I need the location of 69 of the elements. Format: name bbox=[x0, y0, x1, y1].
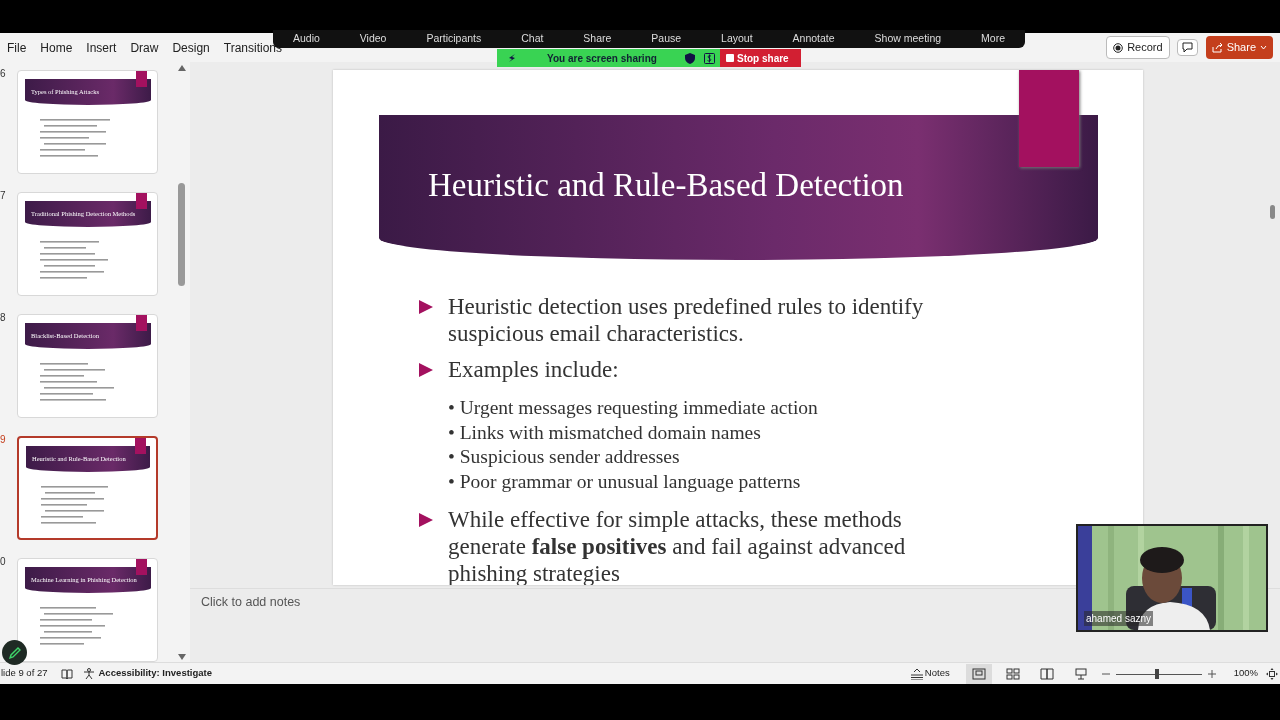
toolbar-item[interactable]: Chat bbox=[521, 31, 544, 47]
toolbar-item[interactable]: Share bbox=[583, 31, 612, 47]
scroll-down-icon[interactable] bbox=[178, 654, 186, 660]
ribbon-tab[interactable]: Insert bbox=[79, 38, 124, 59]
sub-bullet-text: • Urgent messages requesting immediate action bbox=[448, 396, 818, 420]
fit-to-window-icon[interactable] bbox=[1266, 667, 1278, 680]
book-icon[interactable] bbox=[61, 667, 74, 680]
comment-icon bbox=[1181, 42, 1193, 53]
sub-bullet-text: • Links with mismatched domain names bbox=[448, 420, 761, 445]
accent-block bbox=[136, 315, 147, 331]
ribbon-tab[interactable]: Draw bbox=[123, 38, 166, 59]
record-button[interactable]: Record bbox=[1106, 36, 1170, 59]
toolbar-item[interactable]: Show meeting bbox=[874, 31, 942, 47]
grid-view-icon[interactable] bbox=[1005, 667, 1020, 680]
shield-icon bbox=[684, 52, 695, 64]
notes-button[interactable]: Notes bbox=[909, 666, 950, 681]
bullet-text: Examples include: bbox=[448, 356, 619, 383]
share-button[interactable]: Share bbox=[1205, 36, 1273, 59]
slide-number: 7 bbox=[0, 189, 7, 203]
toolbar-item[interactable]: Video bbox=[359, 31, 387, 47]
toolbar-item[interactable]: More bbox=[981, 31, 1005, 47]
scrollbar-thumb[interactable] bbox=[1270, 205, 1275, 219]
slide-number: 0 bbox=[0, 555, 7, 569]
slider-thumb[interactable] bbox=[1154, 668, 1159, 679]
zoom-percentage[interactable]: 100% bbox=[1233, 666, 1258, 681]
notes-icon bbox=[909, 667, 924, 680]
ribbon-tab[interactable]: Home bbox=[33, 38, 80, 59]
sharing-status: You are screen sharing bbox=[547, 51, 657, 66]
billing-icon bbox=[703, 52, 715, 64]
comments-button[interactable] bbox=[1176, 39, 1198, 56]
caret-icon bbox=[1260, 45, 1267, 50]
accent-block bbox=[136, 193, 147, 209]
normal-view-icon[interactable] bbox=[971, 667, 986, 680]
slide-number: 6 bbox=[0, 67, 7, 81]
bullet-icon bbox=[419, 513, 433, 527]
toolbar-item[interactable]: Pause bbox=[651, 31, 682, 47]
toolbar-item[interactable]: Annotate bbox=[792, 31, 835, 47]
sub-bullet-text: • Poor grammar or unusual language patterns bbox=[448, 469, 801, 494]
share-icon bbox=[1211, 42, 1223, 53]
scroll-up-icon[interactable] bbox=[178, 65, 186, 71]
stop-icon bbox=[726, 54, 734, 62]
accessibility-status[interactable]: Accessibility: Investigate bbox=[83, 666, 212, 681]
record-icon bbox=[1113, 42, 1124, 53]
sub-bullet-text: • Suspicious sender addresses bbox=[448, 445, 680, 469]
bullet-icon bbox=[419, 363, 433, 377]
slide-counter: lide 9 of 27 bbox=[1, 666, 48, 681]
scrollbar-thumb[interactable] bbox=[178, 183, 185, 286]
accent-block bbox=[136, 71, 147, 87]
zoom-slider[interactable] bbox=[1115, 667, 1202, 680]
slide-title: Heuristic and Rule-Based Detection bbox=[428, 165, 904, 205]
toolbar-item[interactable]: Audio bbox=[292, 31, 320, 47]
notes-placeholder[interactable]: Click to add notes bbox=[201, 592, 301, 612]
book-icon[interactable] bbox=[1039, 667, 1054, 680]
pencil-icon bbox=[7, 645, 22, 660]
slide-number: 9 bbox=[0, 433, 7, 447]
participant-name: ahamed sazny bbox=[1084, 611, 1154, 626]
accessibility-icon bbox=[83, 667, 96, 680]
bullet-icon bbox=[419, 300, 433, 314]
ribbon-tab[interactable]: Design bbox=[165, 38, 217, 59]
accent-block bbox=[135, 438, 146, 454]
slide-number: 8 bbox=[0, 311, 7, 325]
stop-share-button[interactable]: Stop share bbox=[720, 49, 801, 67]
toolbar-item[interactable]: Participants bbox=[426, 31, 482, 47]
zoom-in-icon[interactable] bbox=[1207, 669, 1216, 678]
presenter-icon[interactable] bbox=[1073, 667, 1088, 680]
ribbon-tab[interactable]: File bbox=[0, 38, 34, 59]
accent-block bbox=[136, 559, 147, 575]
toolbar-item[interactable]: Layout bbox=[721, 31, 753, 47]
bullet-text: Heuristic detection uses predefined rules to identify suspicious email characteristics. bbox=[448, 293, 925, 347]
